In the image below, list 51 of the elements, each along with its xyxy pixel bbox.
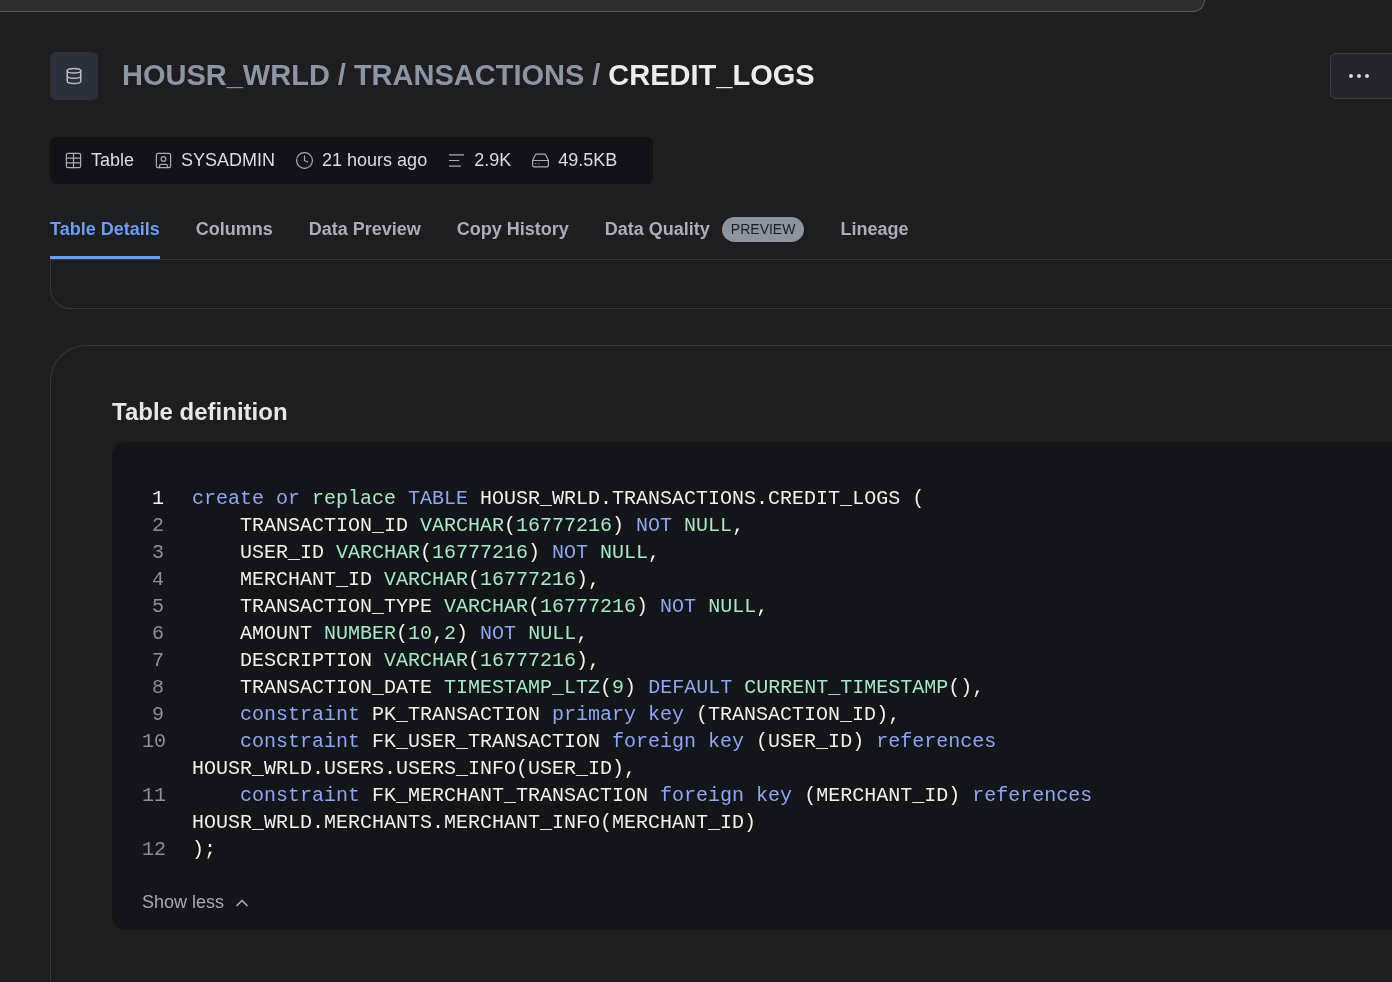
line-number: 1 xyxy=(151,486,164,512)
preview-badge: PREVIEW xyxy=(721,217,805,242)
code-line: DESCRIPTION VARCHAR(16777216), xyxy=(239,648,602,674)
meta-text: 2.9K xyxy=(474,149,512,172)
show-less-button[interactable]: Show less xyxy=(142,889,253,916)
tab[interactable]: Table Details xyxy=(50,203,160,259)
code-line: AMOUNT NUMBER(10,2) NOT NULL, xyxy=(239,621,590,647)
meta-text: SYSADMIN xyxy=(181,149,276,172)
code-line: constraint PK_TRANSACTION primary key (TRANSACTION_ID), xyxy=(239,702,902,728)
database-icon xyxy=(50,52,98,100)
code-line: TRANSACTION_ID VARCHAR(16777216) NOT NULL, xyxy=(239,513,746,539)
tab[interactable]: Data Preview xyxy=(308,203,421,259)
drive-icon xyxy=(531,151,551,170)
code-line: constraint FK_MERCHANT_TRANSACTION foreign key (MERCHANT_ID) references HOUSR_WRLD.MERCHANTS.MERCHANT_INFO(MERCHANT_ID) xyxy=(192,783,1094,836)
breadcrumb-item[interactable]: HOUSR_WRLD xyxy=(122,54,330,98)
tab[interactable]: Lineage xyxy=(840,203,909,259)
code-line: MERCHANT_ID VARCHAR(16777216), xyxy=(239,567,602,593)
meta-text: 49.5KB xyxy=(558,149,618,172)
section-title: Table definition xyxy=(112,397,289,427)
code-line: USER_ID VARCHAR(16777216) NOT NULL, xyxy=(239,540,662,566)
code-line: TRANSACTION_TYPE VARCHAR(16777216) NOT NULL, xyxy=(239,594,770,620)
meta-text: Table xyxy=(91,149,135,172)
meta-text: 21 hours ago xyxy=(322,149,428,172)
user-icon xyxy=(154,151,174,170)
tab[interactable]: Columns xyxy=(195,203,273,259)
line-number: 9 xyxy=(151,702,164,728)
clock-icon xyxy=(295,151,315,170)
line-number: 11 xyxy=(142,783,164,809)
breadcrumb-separator: / xyxy=(592,58,601,94)
lines-icon xyxy=(447,151,467,170)
line-number: 7 xyxy=(151,648,164,674)
line-number: 5 xyxy=(151,594,164,620)
line-number: 4 xyxy=(151,567,164,593)
tab[interactable]: Copy History xyxy=(456,203,569,259)
more-button[interactable] xyxy=(1330,53,1392,99)
tab[interactable]: Data Quality PREVIEW xyxy=(604,203,805,259)
line-number: 12 xyxy=(142,837,164,863)
code-line: create or replace TABLE HOUSR_WRLD.TRANSACTIONS.CREDIT_LOGS ( xyxy=(192,486,926,512)
more-icon xyxy=(1349,74,1369,78)
breadcrumb-item[interactable]: TRANSACTIONS xyxy=(353,54,585,98)
code-line: ); xyxy=(192,837,217,863)
line-number: 8 xyxy=(151,675,164,701)
line-number: 3 xyxy=(151,540,164,566)
breadcrumb-separator: / xyxy=(337,58,346,94)
line-number: 10 xyxy=(142,729,164,755)
code-line: TRANSACTION_DATE TIMESTAMP_LTZ(9) DEFAULT CURRENT_TIMESTAMP(), xyxy=(239,675,986,701)
breadcrumb-item: CREDIT_LOGS xyxy=(608,58,815,94)
line-number: 6 xyxy=(151,621,164,647)
code-line: constraint FK_USER_TRANSACTION foreign key (USER_ID) references HOUSR_WRLD.USERS.USERS_INFO(USER_ID), xyxy=(192,729,998,782)
line-number: 2 xyxy=(151,513,164,539)
table-icon xyxy=(64,151,83,170)
